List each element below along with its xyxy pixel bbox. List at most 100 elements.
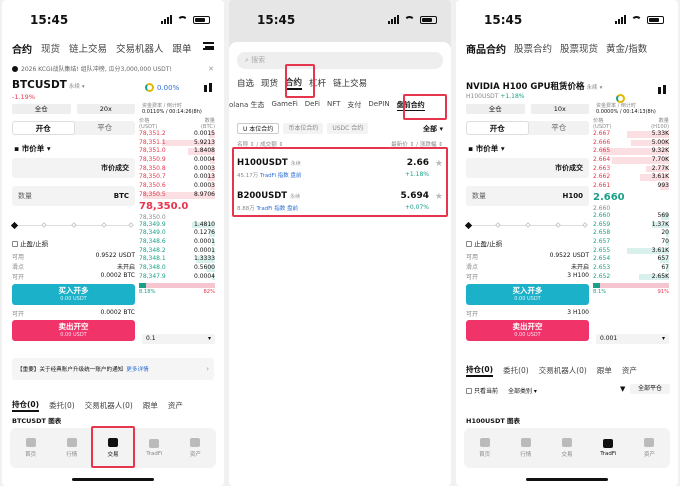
order-book-row[interactable]: 2.658 20 (593, 229, 669, 238)
order-type-select[interactable]: ▪ 市价单 ▾ (14, 143, 51, 154)
nav-assets[interactable]: 资产 (175, 428, 216, 468)
menu-icon[interactable] (203, 42, 214, 50)
quantity-slider[interactable] (464, 221, 589, 230)
order-book-row[interactable]: 78,350.9 0.0004 (139, 156, 215, 165)
close-icon[interactable]: ✕ (208, 65, 214, 73)
pair-selector[interactable]: BTCUSDT 永续 ▾ (12, 79, 85, 91)
chip-usdc[interactable]: USDC 合约 (327, 123, 369, 134)
tab-assets[interactable]: 资产 (168, 400, 183, 411)
nav-home[interactable]: 首页 (10, 428, 51, 468)
order-book-row[interactable]: 2.667 5.33K (593, 130, 669, 139)
tab-copy-orders[interactable]: 跟单 (143, 400, 158, 411)
hide-others-checkbox[interactable]: 只看当前 (466, 386, 498, 395)
tab-positions[interactable]: 持仓(0) (12, 399, 40, 412)
nav-markets[interactable]: 行情 (505, 428, 546, 468)
order-book-row[interactable]: 78,350.7 0.0013 (139, 173, 215, 182)
order-book-row[interactable]: 78,348.1 1.3333 (139, 255, 215, 264)
order-type-select[interactable]: ▪ 市价单 ▾ (468, 143, 505, 154)
tab-spot[interactable]: 现货 (41, 41, 60, 55)
buy-long-button[interactable]: 买入开多 0.00 USDT (12, 284, 135, 305)
order-book-row[interactable]: 2.659 1.37K (593, 221, 669, 230)
margin-mode-button[interactable]: 全仓 (466, 104, 525, 114)
tick-size-select[interactable]: 0.001 ▾ (596, 334, 669, 344)
candlestick-icon[interactable] (658, 84, 668, 96)
slippage-value[interactable]: 未开启 (571, 262, 589, 271)
chart-title[interactable]: BTCUSDT 图表 (12, 415, 61, 425)
price-input[interactable]: 市价成交 (466, 158, 589, 178)
order-book-row[interactable]: 78,348.2 0.0001 (139, 247, 215, 256)
order-book-row[interactable]: 78,348.6 0.0001 (139, 238, 215, 247)
cat-payment[interactable]: 支付 (347, 100, 361, 111)
order-book-row[interactable]: 2.662 3.61K (593, 173, 669, 182)
cat-defi[interactable]: DeFi (305, 100, 320, 111)
nav-tradfi[interactable]: TradFi (588, 428, 629, 468)
leverage-button[interactable]: 20x (76, 104, 135, 114)
order-book-row[interactable]: 78,348.0 0.5600 (139, 264, 215, 273)
order-book-row[interactable]: 78,351.2 0.0015 (139, 130, 215, 139)
margin-mode-button[interactable]: 全仓 (12, 104, 71, 114)
tab-commodity[interactable]: 商品合约 (466, 41, 506, 56)
promo-banner[interactable]: 2026 KCGI战队集结! 组队冲榜, 瓜分3,000,000 USDT! ✕ (12, 64, 214, 73)
nav-markets[interactable]: 行情 (51, 428, 92, 468)
leverage-button[interactable]: 10x (530, 104, 589, 114)
order-book-row[interactable]: 2.657 70 (593, 238, 669, 247)
order-book-row[interactable]: 2.663 2.77K (593, 165, 669, 174)
sell-short-button[interactable]: 卖出开空 0.00 USDT (12, 320, 135, 341)
order-book-row[interactable]: 78,351.0 1.8408 (139, 147, 215, 156)
close-tab[interactable]: 平仓 (529, 121, 590, 135)
tab-favorites[interactable]: 自选 (237, 77, 254, 89)
order-book-row[interactable]: 78,349.0 0.1276 (139, 229, 215, 238)
quantity-unit[interactable]: H100 (563, 192, 583, 200)
tab-orders[interactable]: 委托(0) (503, 365, 529, 376)
cat-gamefi[interactable]: GameFi (271, 100, 297, 111)
filter-all-select[interactable]: 全部 ▾ (423, 124, 443, 134)
tab-stock-futures[interactable]: 股票合约 (514, 41, 552, 55)
order-book-row[interactable]: 78,349.9 1.4810 (139, 221, 215, 230)
cat-nft[interactable]: NFT (327, 100, 340, 111)
order-book-row[interactable]: 78,350.5 8.9706 (139, 191, 215, 200)
notice-link[interactable]: 更多详情 (126, 365, 148, 373)
tab-assets[interactable]: 资产 (622, 365, 637, 376)
order-book-row[interactable]: 2.660 569 (593, 212, 669, 221)
open-tab[interactable]: 开仓 (466, 121, 529, 135)
tab-copy-orders[interactable]: 跟单 (597, 365, 612, 376)
tab-gold-index[interactable]: 黄金/指数 (606, 41, 647, 55)
order-book-row[interactable]: 2.654 657 (593, 255, 669, 264)
order-book-row[interactable]: 2.653 67 (593, 264, 669, 273)
tab-copy[interactable]: 跟单 (173, 41, 192, 55)
tab-bots[interactable]: 交易机器人 (116, 41, 164, 55)
tick-size-select[interactable]: 0.1 ▾ (142, 334, 215, 344)
category-select[interactable]: 全部类别 ▾ (508, 386, 537, 395)
close-tab[interactable]: 平仓 (75, 121, 136, 135)
sell-short-button[interactable]: 卖出开空 0.00 USDT (466, 320, 589, 341)
nav-assets[interactable]: 资产 (629, 428, 670, 468)
tpsl-checkbox[interactable]: 止盈/止损 (466, 238, 502, 248)
order-book-row[interactable]: 2.652 2.65K (593, 273, 669, 282)
tab-futures[interactable]: 合约 (12, 41, 32, 56)
order-book-row[interactable]: 2.655 3.61K (593, 247, 669, 256)
quantity-slider[interactable] (10, 221, 135, 230)
nav-trade[interactable]: 交易 (546, 428, 587, 468)
chip-coin-m[interactable]: 币本位合约 (283, 123, 324, 134)
tab-onchain[interactable]: 链上交易 (333, 77, 367, 89)
quantity-input[interactable]: 数量 BTC (12, 186, 135, 206)
open-tab[interactable]: 开仓 (12, 121, 75, 135)
order-book-row[interactable]: 78,347.9 0.0004 (139, 273, 215, 282)
order-book-row[interactable]: 78,350.8 0.0003 (139, 165, 215, 174)
close-all-button[interactable]: 全部平仓 (630, 384, 670, 394)
pair-selector[interactable]: NVIDIA H100 GPU租赁价格 永续 ▾ (466, 80, 602, 92)
tab-spot[interactable]: 现货 (261, 77, 278, 89)
cat-solana[interactable]: olana 生态 (229, 100, 264, 111)
order-book-row[interactable]: 78,351.1 5.9213 (139, 139, 215, 148)
tab-positions[interactable]: 持仓(0) (466, 364, 494, 377)
order-book-row[interactable]: 2.664 7.70K (593, 156, 669, 165)
chip-usdt-m[interactable]: U 本位合约 (237, 123, 280, 134)
tab-bot-orders[interactable]: 交易机器人(0) (85, 400, 133, 411)
order-book-row[interactable]: 78,350.6 0.0003 (139, 182, 215, 191)
tab-bot-orders[interactable]: 交易机器人(0) (539, 365, 587, 376)
price-input[interactable]: 市价成交 (12, 158, 135, 178)
notice-bar[interactable]: 【重要】关于经典账户升级统一账户的通知 更多详情 › (12, 358, 214, 380)
order-book-row[interactable]: 2.666 5.00K (593, 139, 669, 148)
nav-tradfi[interactable]: TradFi (134, 428, 175, 468)
cat-depin[interactable]: DePIN (368, 100, 389, 111)
